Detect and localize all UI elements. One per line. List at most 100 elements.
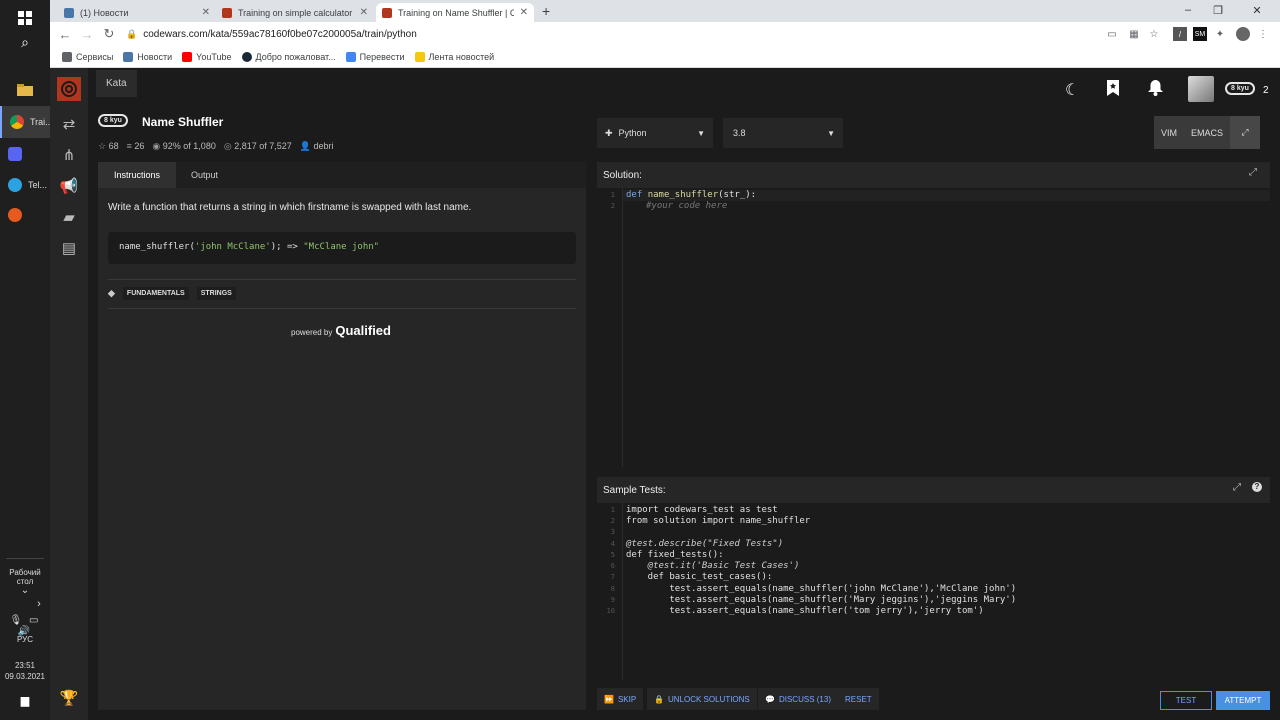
tab-output[interactable]: Output — [175, 162, 234, 188]
desktop-label[interactable]: Рабочий стол — [0, 568, 50, 586]
chat-icon[interactable]: ▰ — [50, 202, 88, 232]
bookmark-icon[interactable] — [1106, 80, 1120, 101]
collections-stat[interactable]: ≡ 26 — [127, 141, 145, 152]
attempt-button[interactable]: ATTEMPT — [1216, 691, 1270, 710]
vim-mode-button[interactable]: VIM — [1154, 116, 1184, 149]
user-rank-badge[interactable]: 8 kyu — [1225, 82, 1255, 95]
taskbar-app-telegram[interactable]: Tel... — [0, 169, 50, 201]
maximize-icon[interactable]: ❐ — [1203, 0, 1233, 20]
line-number: 3 — [610, 528, 615, 536]
codewars-logo-icon[interactable] — [50, 74, 88, 104]
code-line: @test.describe("Fixed Tests") — [626, 539, 784, 549]
expand-icon[interactable]: ⤢ — [1249, 167, 1257, 178]
forward-icon[interactable]: → — [76, 27, 98, 42]
discuss-label: DISCUSS (13) — [778, 694, 831, 704]
chrome-icon — [10, 115, 24, 129]
close-icon[interactable]: ✕ — [202, 7, 210, 18]
chevron-down-icon: ▼ — [697, 128, 705, 138]
profile-icon[interactable] — [1236, 27, 1250, 41]
extensions-puzzle-icon[interactable]: ✦ — [1213, 27, 1227, 41]
bookmark-item[interactable]: Сервисы — [62, 51, 114, 62]
code-example: name_shuffler('john McClane'); => "McCla… — [108, 232, 576, 264]
browser-tab-active[interactable]: Training on Name Shuffler | Code ✕ — [376, 3, 534, 22]
language-indicator[interactable]: РУС — [0, 635, 50, 644]
tag-strings[interactable]: STRINGS — [196, 287, 236, 300]
bookmark-item[interactable]: Новости — [123, 51, 172, 62]
back-icon[interactable]: ← — [54, 27, 76, 42]
extension-icon[interactable]: SM — [1193, 27, 1207, 41]
taskbar-app-chrome[interactable]: Trai... — [0, 106, 53, 138]
megaphone-icon[interactable]: 📢 — [50, 171, 88, 201]
apps-icon — [62, 51, 72, 62]
stars-count: 68 — [108, 141, 119, 151]
bookmark-star-icon[interactable]: ☆ — [1147, 27, 1161, 41]
close-icon[interactable]: ✕ — [520, 7, 528, 18]
code-line: def name_shuffler(str_): — [626, 190, 756, 200]
moon-icon[interactable]: ☾ — [1065, 80, 1079, 100]
translate-icon — [345, 51, 356, 62]
help-icon[interactable]: ? — [1252, 482, 1262, 492]
browser-tab[interactable]: (1) Новости ✕ — [58, 3, 216, 22]
qualified-logo: Qualified — [335, 323, 391, 338]
code-line: def fixed_tests(): — [626, 550, 724, 560]
tag-fundamentals[interactable]: FUNDAMENTALS — [122, 287, 189, 300]
docs-icon[interactable]: ▤ — [50, 233, 88, 263]
bookmark-item[interactable]: YouTube — [182, 51, 232, 62]
practice-icon[interactable]: ⇄ — [50, 109, 88, 139]
tree-icon[interactable]: ⋔ — [50, 140, 88, 170]
discuss-button[interactable]: 💬 DISCUSS (13) — [758, 688, 838, 710]
bookmark-item[interactable]: Добро пожаловат... — [241, 51, 336, 62]
bookmark-label: Сервисы — [76, 51, 114, 62]
stars-stat[interactable]: ☆ 68 — [98, 141, 119, 152]
line-number: 2 — [610, 202, 615, 210]
bookmark-item[interactable]: Лента новостей — [414, 51, 494, 62]
chevron-down-icon[interactable]: ⌄ — [0, 585, 50, 596]
bell-icon[interactable] — [1148, 80, 1163, 101]
avatar[interactable] — [1188, 76, 1214, 102]
notifications-icon[interactable]: ▆ — [0, 682, 50, 718]
windows-taskbar: ⌕ Trai... Tel... Рабочий стол ⌄ › 🎙 ▭ 🔊 … — [0, 0, 53, 720]
taskbar-app-discord[interactable] — [0, 138, 50, 170]
menu-kebab-icon[interactable]: ⋮ — [1256, 27, 1270, 41]
author-name: debri — [313, 141, 334, 151]
search-icon[interactable]: ⌕ — [0, 24, 50, 60]
kata-stats: ☆ 68 ≡ 26 ◉ 92% of 1,080 ◎ 2,817 of 7,52… — [98, 141, 334, 152]
extension-icon[interactable]: / — [1173, 27, 1187, 41]
cast-icon[interactable]: ▭ — [1105, 27, 1119, 41]
close-icon[interactable]: ✕ — [360, 7, 368, 18]
file-explorer-icon[interactable] — [0, 72, 50, 108]
tray-icons[interactable]: 🎙 ▭ 🔊 — [0, 615, 50, 637]
browser-tab[interactable]: Training on simple calculator | Co ✕ — [216, 3, 374, 22]
kata-tab[interactable]: Kata — [96, 70, 137, 97]
unlock-solutions-button[interactable]: 🔒 UNLOCK SOLUTIONS — [647, 688, 757, 710]
bookmark-item[interactable]: Перевести — [345, 51, 405, 62]
reload-icon[interactable]: ↻ — [98, 26, 120, 42]
action-bar: ⏩ SKIP 🔒 UNLOCK SOLUTIONS 💬 DISCUSS (13) RE… — [597, 688, 1270, 712]
skip-button[interactable]: ⏩ SKIP — [597, 688, 644, 710]
close-window-icon[interactable]: ✕ — [1242, 0, 1272, 20]
kata-rank-badge: 8 kyu — [98, 114, 128, 127]
tab-instructions[interactable]: Instructions — [98, 162, 177, 188]
clock-date[interactable]: 09.03.2021 — [0, 672, 50, 681]
taskbar-app-orange[interactable] — [0, 199, 50, 231]
solution-code-area[interactable]: 1 2 def name_shuffler(str_): #your code … — [597, 188, 1270, 467]
qr-icon[interactable]: ▦ — [1127, 27, 1141, 41]
powered-by-qualified[interactable]: powered by Qualified — [291, 323, 391, 338]
language-select[interactable]: ✚ Python ▼ — [597, 118, 713, 148]
trophy-icon[interactable]: 🏆 — [50, 683, 88, 713]
fullscreen-icon[interactable]: ⤢ — [1230, 116, 1261, 149]
divider — [108, 308, 576, 309]
clock-time[interactable]: 23:51 — [0, 661, 50, 670]
url-field[interactable]: 🔒 codewars.com/kata/559ac78160f0be07c200… — [126, 29, 417, 40]
new-tab-button[interactable]: + — [542, 3, 550, 19]
version-select[interactable]: 3.8 ▼ — [723, 118, 843, 148]
author-stat[interactable]: 👤 debri — [300, 141, 334, 152]
reset-button[interactable]: RESET — [838, 688, 879, 710]
test-button[interactable]: TEST — [1160, 691, 1212, 710]
bookmark-label: Перевести — [359, 51, 405, 62]
tests-code-area[interactable]: 1 2 3 4 5 6 7 8 9 10 import codewars_tes… — [597, 503, 1270, 680]
emacs-mode-button[interactable]: EMACS — [1184, 116, 1230, 149]
satisfaction-value: 92% of 1,080 — [162, 141, 216, 151]
expand-icon[interactable]: ⤢ — [1233, 482, 1241, 493]
minimize-icon[interactable]: – — [1173, 0, 1203, 20]
